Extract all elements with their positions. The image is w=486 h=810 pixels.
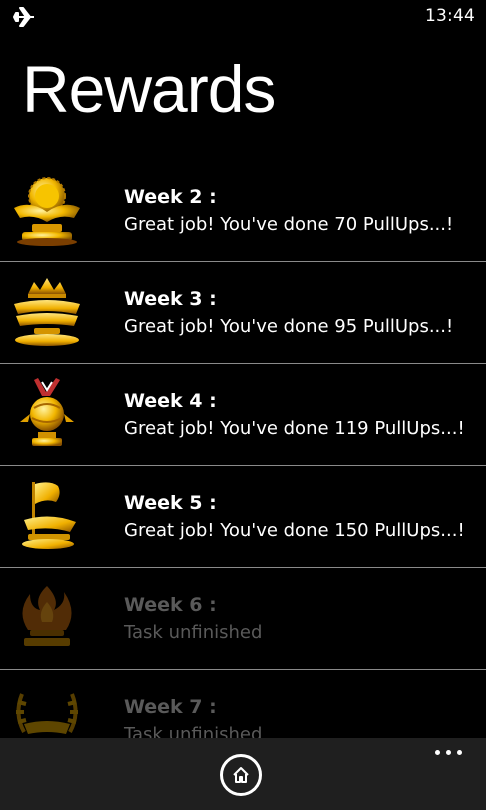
reward-week-label: Week 5 :: [124, 492, 217, 514]
reward-message: Great job! You've done 119 PullUps...!: [124, 418, 465, 439]
home-icon: [233, 767, 249, 783]
reward-message: Task unfinished: [124, 622, 263, 643]
reward-row[interactable]: Week 4 : Great job! You've done 119 Pull…: [0, 364, 486, 466]
app-bar: [0, 738, 486, 810]
page-title: Rewards: [22, 52, 276, 126]
reward-row[interactable]: Week 6 : Task unfinished: [0, 568, 486, 670]
reward-week-label: Week 6 :: [124, 594, 217, 616]
reward-row[interactable]: Week 3 : Great job! You've done 95 PullU…: [0, 262, 486, 364]
status-time: 13:44: [425, 6, 475, 26]
trophy-cup-icon: [14, 177, 80, 246]
medal-trophy-icon: [20, 378, 74, 446]
status-bar: 13:44: [0, 0, 486, 34]
reward-message: Task unfinished: [124, 724, 263, 738]
flame-trophy-icon: [22, 586, 72, 646]
reward-row[interactable]: Week 5 : Great job! You've done 150 Pull…: [0, 466, 486, 568]
reward-week-label: Week 7 :: [124, 696, 217, 718]
rewards-list: Week 2 : Great job! You've done 70 PullU…: [0, 160, 486, 738]
airplane-icon: [13, 7, 34, 27]
reward-row[interactable]: Week 2 : Great job! You've done 70 PullU…: [0, 160, 486, 262]
reward-message: Great job! You've done 95 PullUps...!: [124, 316, 454, 337]
laurel-trophy-icon: [16, 693, 78, 734]
reward-row[interactable]: Week 7 : Task unfinished: [0, 670, 486, 738]
reward-week-label: Week 4 :: [124, 390, 217, 412]
reward-week-label: Week 2 :: [124, 186, 217, 208]
crown-trophy-icon: [14, 278, 80, 346]
home-button[interactable]: [220, 754, 262, 796]
reward-message: Great job! You've done 70 PullUps...!: [124, 214, 454, 235]
reward-message: Great job! You've done 150 PullUps...!: [124, 520, 465, 541]
flag-trophy-icon: [22, 482, 76, 549]
reward-week-label: Week 3 :: [124, 288, 217, 310]
more-options-icon[interactable]: [434, 748, 464, 758]
